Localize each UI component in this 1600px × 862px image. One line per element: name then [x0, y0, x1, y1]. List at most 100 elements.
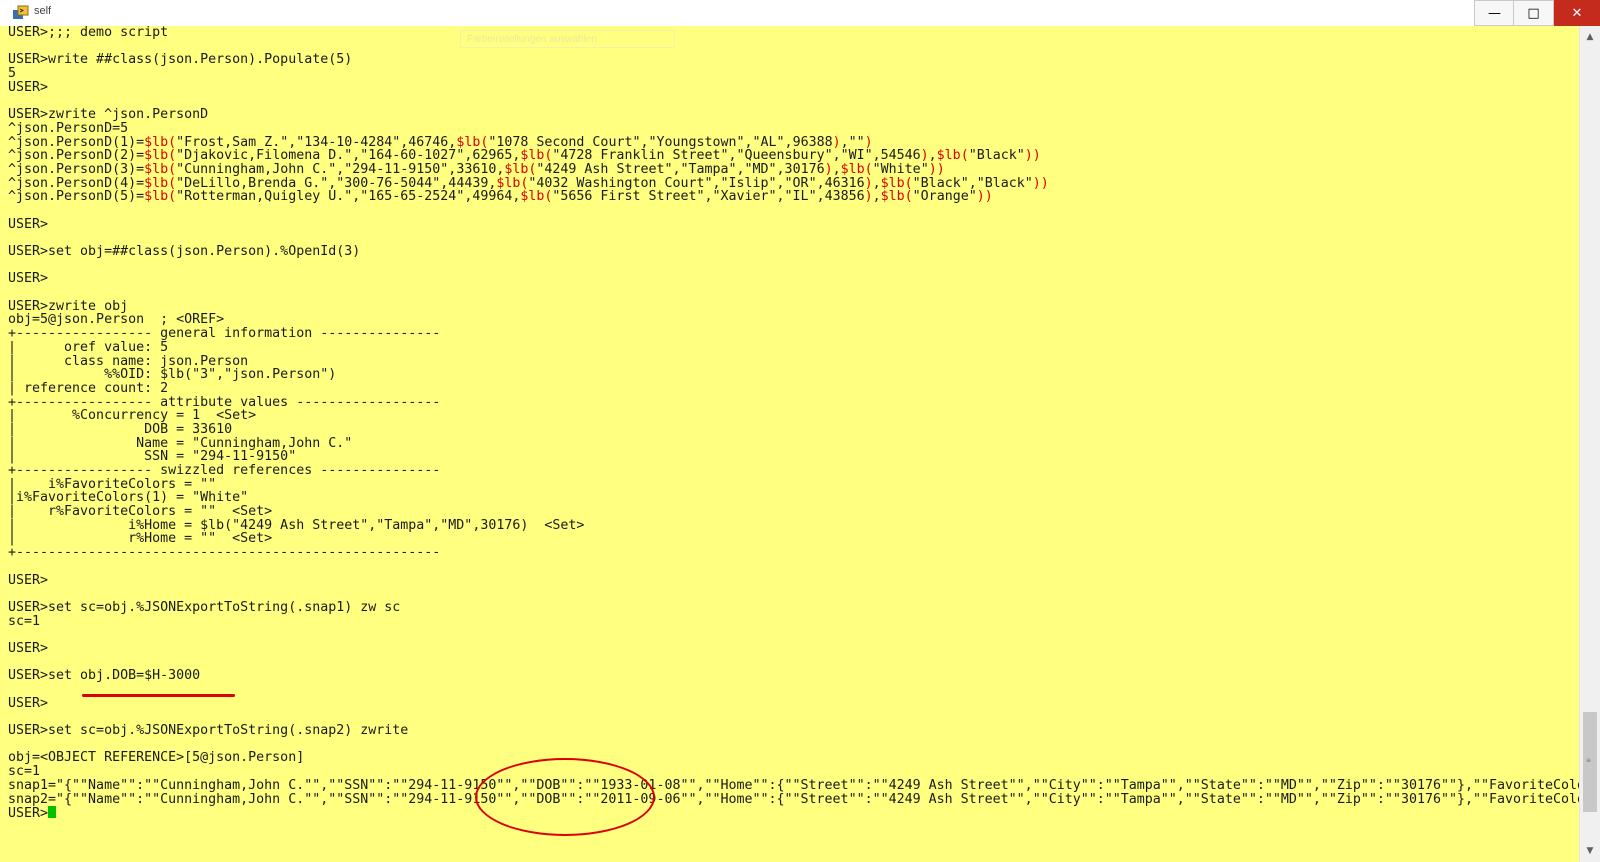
terminal-line: | %%OID: $lb("3","json.Person") — [8, 368, 1579, 382]
terminal-line: USER> — [8, 642, 1579, 656]
terminal-line: | r%FavoriteColors = "" <Set> — [8, 505, 1579, 519]
terminal-text-segment: USER>set obj=##class(json.Person).%OpenI… — [8, 244, 361, 259]
terminal-line: ^json.PersonD(3)=$lb("Cunningham,John C.… — [8, 163, 1579, 177]
terminal-line: USER>set obj=##class(json.Person).%OpenI… — [8, 245, 1579, 259]
terminal-line: +---------------------------------------… — [8, 546, 1579, 560]
terminal-line: obj=5@json.Person ; <OREF> — [8, 313, 1579, 327]
red-circle-annotation — [475, 758, 655, 836]
terminal-text-segment: USER>write ##class(json.Person).Populate… — [8, 52, 353, 68]
terminal-line: ^json.PersonD(2)=$lb("Djakovic,Filomena … — [8, 149, 1579, 163]
terminal-text-segment: ) — [864, 189, 873, 205]
terminal-text-segment: obj=<OBJECT REFERENCE>[5@json.Person] — [8, 750, 305, 766]
terminal-text-segment: USER> — [8, 216, 49, 232]
window-title: self — [34, 5, 52, 17]
terminal-line: | Name = "Cunningham,John C." — [8, 436, 1579, 451]
terminal-text-segment: $lb( — [144, 189, 177, 205]
terminal-line: |i%FavoriteColors(1) = "White" — [8, 491, 1579, 505]
terminal-text-segment: )) — [1024, 148, 1041, 164]
terminal-text-segment: USER> — [8, 806, 49, 822]
terminal-text-segment: USER>;;; demo script — [8, 26, 169, 40]
terminal-text-segment: USER>set obj.DOB=$H-3000 — [8, 668, 201, 684]
terminal-line: USER>set sc=obj.%JSONExportToString(.sna… — [8, 724, 1579, 738]
terminal-line: USER> — [8, 806, 1579, 822]
terminal-line: +----------------- general information -… — [8, 327, 1579, 341]
terminal-lines: USER>;;; demo script USER>write ##class(j… — [8, 26, 1579, 834]
terminal-line: snap1="{""Name"":""Cunningham,John C."",… — [8, 778, 1579, 793]
terminal-text-segment: )) — [976, 189, 993, 205]
terminal-line: sc=1 — [8, 613, 1579, 629]
terminal-text-segment: USER> — [8, 271, 49, 287]
close-icon: ✕ — [1571, 5, 1583, 21]
text-cursor — [48, 806, 57, 819]
vertical-scrollbar[interactable]: ▲ ≡ ▼ — [1579, 26, 1600, 862]
terminal-text-segment: )) — [1032, 175, 1049, 191]
terminal-text-segment: "Black" — [968, 148, 1025, 164]
terminal-line: USER> — [8, 695, 1579, 711]
maximize-button[interactable]: □ — [1513, 0, 1554, 26]
terminal-text-segment: "Orange" — [912, 189, 977, 205]
terminal-app-icon — [13, 5, 29, 19]
terminal-text-segment: "5656 First Street","Xavier","IL",43856 — [552, 189, 865, 205]
minimize-button[interactable]: — — [1474, 0, 1515, 26]
terminal-line: ^json.PersonD(1)=$lb("Frost,Sam Z.","134… — [8, 135, 1579, 150]
title-bar: self — □ ✕ — [0, 0, 1600, 27]
terminal-line: USER> — [8, 79, 1579, 95]
terminal-line: ^json.PersonD(5)=$lb("Rotterman,Quigley … — [8, 190, 1579, 204]
terminal-text-segment: +---------------------------------------… — [8, 545, 441, 561]
terminal-line: ^json.PersonD=5 — [8, 121, 1579, 136]
terminal-line: snap2="{""Name"":""Cunningham,John C."",… — [8, 791, 1579, 807]
terminal-line: USER> — [8, 272, 1579, 286]
terminal-output[interactable]: Farbeinstellungen auswählen USER>;;; dem… — [0, 26, 1579, 862]
terminal-text-segment: "Rotterman,Quigley U.","165-65-2524",499… — [176, 189, 521, 205]
terminal-line: USER> — [8, 216, 1579, 232]
terminal-text-segment: USER> — [8, 572, 49, 588]
terminal-line: obj=<OBJECT REFERENCE>[5@json.Person] — [8, 751, 1579, 765]
terminal-line: | DOB = 33610 — [8, 423, 1579, 437]
terminal-line: | i%FavoriteColors = "" — [8, 477, 1579, 492]
terminal-line: | reference count: 2 — [8, 382, 1579, 396]
terminal-line: USER>zwrite ^json.PersonD — [8, 108, 1579, 122]
terminal-line: USER>;;; demo script — [8, 26, 1579, 40]
maximize-icon: □ — [1527, 5, 1540, 21]
terminal-line: | oref value: 5 — [8, 340, 1579, 355]
terminal-text-segment: USER> — [8, 640, 49, 656]
terminal-line: | %Concurrency = 1 <Set> — [8, 409, 1579, 423]
terminal-line: 5 — [8, 67, 1579, 81]
terminal-text-segment: USER>set sc=obj.%JSONExportToString(.sna… — [8, 723, 409, 739]
terminal-line: | r%Home = "" <Set> — [8, 532, 1579, 546]
terminal-line: | i%Home = $lb("4249 Ash Street","Tampa"… — [8, 518, 1579, 533]
scrollbar-thumb[interactable]: ≡ — [1583, 712, 1597, 812]
scroll-down-arrow-icon[interactable]: ▼ — [1580, 842, 1600, 860]
terminal-text-segment: USER>set sc=obj.%JSONExportToString(.sna… — [8, 599, 401, 615]
terminal-text-segment: ^json.PersonD(5)= — [8, 189, 145, 205]
terminal-text-segment: USER> — [8, 695, 49, 711]
terminal-text-segment: sc=1 — [8, 613, 41, 629]
scroll-up-arrow-icon[interactable]: ▲ — [1580, 28, 1600, 46]
terminal-text-segment: $lb( — [880, 189, 913, 205]
terminal-line: | SSN = "294-11-9150" — [8, 450, 1579, 464]
terminal-text-segment: snap2="{""Name"":""Cunningham,John C."",… — [8, 791, 1579, 807]
red-underline-annotation — [82, 694, 235, 697]
terminal-line: | class name: json.Person — [8, 354, 1579, 369]
terminal-line: +----------------- attribute values ----… — [8, 395, 1579, 410]
close-button[interactable]: ✕ — [1554, 0, 1600, 26]
terminal-text-segment: , — [872, 189, 881, 205]
terminal-line: USER> — [8, 572, 1579, 588]
terminal-line: +----------------- swizzled references -… — [8, 464, 1579, 478]
terminal-line: USER>set obj.DOB=$H-3000 — [8, 669, 1579, 683]
minimize-icon: — — [1488, 5, 1501, 21]
terminal-text-segment: USER> — [8, 79, 49, 95]
